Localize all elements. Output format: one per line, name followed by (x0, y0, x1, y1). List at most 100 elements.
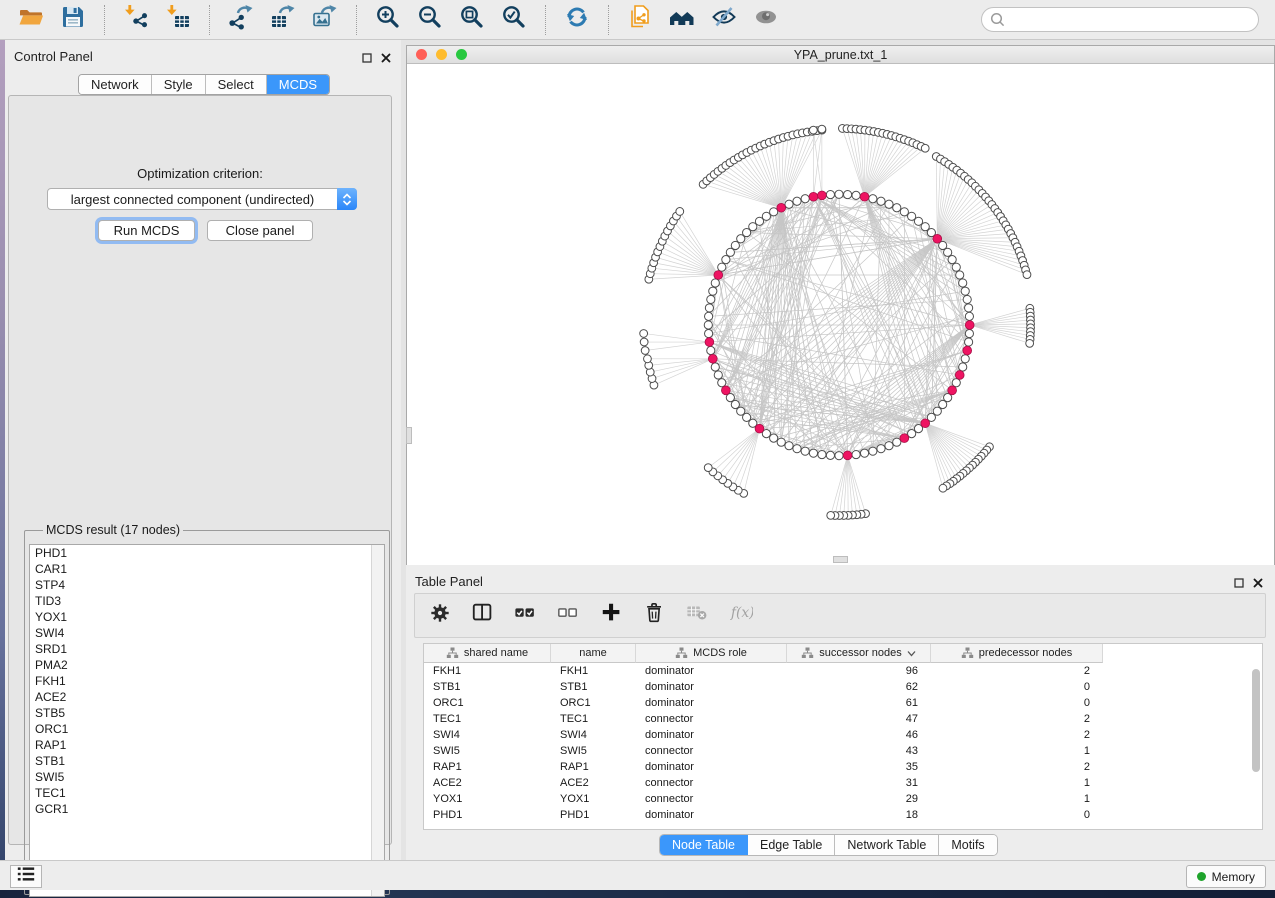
export-table-icon (270, 4, 296, 35)
memory-status-icon (1197, 872, 1206, 881)
import-network-button[interactable] (120, 4, 152, 36)
select-all-button[interactable] (513, 603, 539, 629)
cell: ORC1 (424, 695, 551, 711)
cell: TEC1 (551, 711, 636, 727)
close-panel-button[interactable]: Close panel (207, 220, 313, 241)
open-folder-icon (18, 4, 44, 35)
mcds-result-item[interactable]: PHD1 (30, 545, 384, 561)
mcds-result-item[interactable]: TEC1 (30, 785, 384, 801)
table-row[interactable]: ACE2ACE2connector311 (424, 775, 1262, 791)
table-panel: Table Panel f(x) shared namenameMCDS rol… (406, 565, 1275, 860)
optimization-criterion-select[interactable]: largest connected component (undirected) (47, 188, 357, 210)
mcds-result-item[interactable]: CAR1 (30, 561, 384, 577)
task-history-button[interactable] (10, 865, 42, 888)
column-header-shared-name[interactable]: shared name (424, 644, 551, 663)
zoom-out-button[interactable] (414, 4, 446, 36)
select-stepper-icon (337, 188, 357, 210)
table-row[interactable]: PHD1PHD1dominator180 (424, 807, 1262, 823)
table-row[interactable]: ORC1ORC1dominator610 (424, 695, 1262, 711)
column-visibility-button[interactable] (470, 603, 496, 629)
mcds-result-item[interactable]: FKH1 (30, 673, 384, 689)
search-box[interactable] (981, 7, 1259, 32)
export-network-button[interactable] (225, 4, 257, 36)
tab-style[interactable]: Style (152, 75, 206, 94)
mcds-result-item[interactable]: SWI4 (30, 625, 384, 641)
table-row[interactable]: RAP1RAP1dominator352 (424, 759, 1262, 775)
mcds-result-item[interactable]: ORC1 (30, 721, 384, 737)
cell: dominator (636, 807, 787, 823)
memory-label: Memory (1212, 870, 1255, 884)
import-table-button[interactable] (162, 4, 194, 36)
search-icon (989, 11, 1006, 28)
add-column-button[interactable] (599, 603, 625, 629)
zoom-selected-button[interactable] (498, 4, 530, 36)
tab-network[interactable]: Network (79, 75, 152, 94)
table-row[interactable]: TEC1TEC1connector472 (424, 711, 1262, 727)
tab-edge-table[interactable]: Edge Table (748, 835, 835, 855)
deselect-all-button[interactable] (556, 603, 582, 629)
column-header-name[interactable]: name (551, 644, 636, 663)
hide-selected-button[interactable] (708, 4, 740, 36)
run-mcds-button[interactable]: Run MCDS (98, 220, 195, 241)
clone-network-button[interactable] (624, 4, 656, 36)
mcds-list-scrollbar[interactable] (371, 545, 384, 896)
home-network-button[interactable] (666, 4, 698, 36)
mcds-result-item[interactable]: SRD1 (30, 641, 384, 657)
table-row[interactable]: SWI5SWI5connector431 (424, 743, 1262, 759)
float-panel-icon[interactable] (1234, 575, 1244, 593)
close-panel-icon[interactable] (381, 50, 391, 68)
zoom-in-button[interactable] (372, 4, 404, 36)
tab-motifs[interactable]: Motifs (939, 835, 996, 855)
table-row[interactable]: STB1STB1dominator620 (424, 679, 1262, 695)
cell: connector (636, 791, 787, 807)
delete-column-button[interactable] (642, 603, 668, 629)
tab-mcds[interactable]: MCDS (267, 75, 329, 94)
table-scrollbar[interactable] (1252, 669, 1260, 772)
tab-node-table[interactable]: Node Table (660, 835, 748, 855)
column-header-MCDS-role[interactable]: MCDS role (636, 644, 787, 663)
mcds-result-item[interactable]: YOX1 (30, 609, 384, 625)
mcds-result-item[interactable]: GCR1 (30, 801, 384, 817)
mcds-result-item[interactable]: SWI5 (30, 769, 384, 785)
cell: STB1 (424, 679, 551, 695)
export-image-button[interactable] (309, 4, 341, 36)
tab-select[interactable]: Select (206, 75, 267, 94)
refresh-layout-button[interactable] (561, 4, 593, 36)
home-network-icon (669, 4, 695, 35)
mcds-result-item[interactable]: RAP1 (30, 737, 384, 753)
cell: 2 (931, 663, 1103, 679)
close-panel-icon[interactable] (1253, 575, 1263, 593)
mcds-result-item[interactable]: STB1 (30, 753, 384, 769)
split-pane-handle-bottom[interactable] (833, 556, 848, 563)
memory-button[interactable]: Memory (1186, 865, 1266, 888)
table-row[interactable]: FKH1FKH1dominator962 (424, 663, 1262, 679)
mcds-result-item[interactable]: TID3 (30, 593, 384, 609)
search-input[interactable] (1006, 10, 1258, 30)
column-header-predecessor-nodes[interactable]: predecessor nodes (931, 644, 1103, 663)
split-pane-handle-left[interactable] (406, 427, 412, 444)
table-row[interactable]: YOX1YOX1connector291 (424, 791, 1262, 807)
cell: dominator (636, 679, 787, 695)
column-header-successor-nodes[interactable]: successor nodes (787, 644, 931, 663)
export-table-button[interactable] (267, 4, 299, 36)
mcds-result-item[interactable]: STB5 (30, 705, 384, 721)
mcds-tab-content: Optimization criterion: largest connecte… (8, 95, 392, 845)
settings-gear-button[interactable] (427, 603, 453, 629)
cell: SWI5 (551, 743, 636, 759)
mcds-result-item[interactable]: PMA2 (30, 657, 384, 673)
mcds-result-item[interactable]: ACE2 (30, 689, 384, 705)
cell: dominator (636, 727, 787, 743)
svg-text:f(x): f(x) (730, 605, 753, 621)
cell: 2 (931, 759, 1103, 775)
table-row[interactable]: SWI4SWI4dominator462 (424, 727, 1262, 743)
show-eye-button[interactable] (750, 4, 782, 36)
tab-network-table[interactable]: Network Table (835, 835, 939, 855)
save-button[interactable] (57, 4, 89, 36)
zoom-fit-button[interactable] (456, 4, 488, 36)
sort-chevron-icon[interactable] (907, 650, 916, 657)
mcds-result-item[interactable]: STP4 (30, 577, 384, 593)
float-panel-icon[interactable] (362, 50, 372, 68)
cell: connector (636, 743, 787, 759)
open-folder-button[interactable] (15, 4, 47, 36)
network-canvas[interactable] (407, 65, 1274, 565)
